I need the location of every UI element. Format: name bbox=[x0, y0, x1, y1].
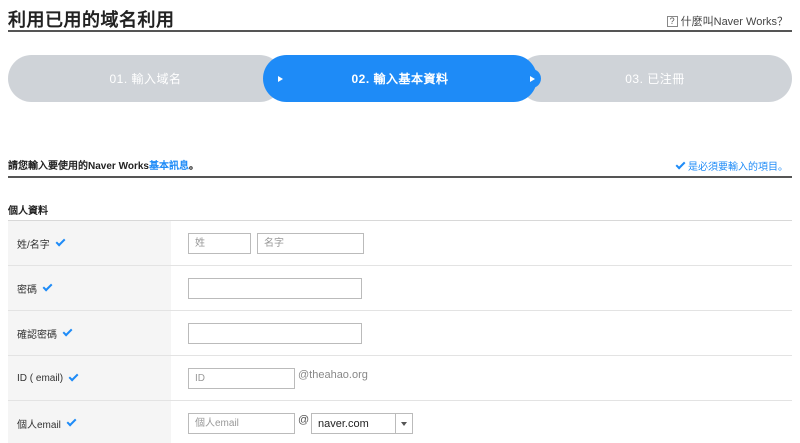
chevron-down-icon bbox=[395, 414, 412, 433]
name-field-cell bbox=[180, 221, 792, 265]
intro-highlight: 基本訊息 bbox=[148, 161, 189, 172]
id-field-cell: @theahao.org bbox=[180, 356, 792, 400]
intro-text: 請您輸入要使用的Naver Works基本訊息。 bbox=[8, 157, 199, 172]
intro-suffix: 。 bbox=[188, 161, 199, 172]
personal-email-label-cell: 個人email bbox=[8, 401, 171, 443]
check-icon bbox=[675, 159, 686, 169]
password-label-cell: 密碼 bbox=[8, 266, 171, 310]
first-name-input[interactable] bbox=[257, 233, 364, 254]
step-progress: 01. 輸入域名 03. 已注冊 02. 輸入基本資料 bbox=[8, 55, 792, 102]
check-icon bbox=[55, 236, 66, 247]
personal-info-form: 姓/名字 密碼 確認密碼 ID ( email) bbox=[8, 220, 792, 443]
required-note: 是必須要輸入的項目。 bbox=[675, 158, 788, 173]
form-row-name: 姓/名字 bbox=[8, 221, 792, 266]
name-label-cell: 姓/名字 bbox=[8, 221, 171, 265]
question-icon: ? bbox=[666, 15, 678, 27]
intro-row: 請您輸入要使用的Naver Works基本訊息。 是必須要輸入的項目。 bbox=[8, 152, 792, 178]
confirm-password-label-cell: 確認密碼 bbox=[8, 311, 171, 355]
chevron-right-icon bbox=[522, 69, 541, 88]
step-2-active: 02. 輸入基本資料 bbox=[263, 55, 537, 102]
step-1: 01. 輸入域名 bbox=[8, 55, 283, 102]
personal-email-label: 個人email bbox=[17, 419, 61, 431]
personal-email-field-cell: @ naver.com bbox=[180, 401, 792, 443]
intro-prefix: 請您輸入要使用的Naver Works bbox=[8, 161, 149, 172]
form-row-password: 密碼 bbox=[8, 266, 792, 311]
id-input[interactable] bbox=[188, 368, 295, 389]
check-icon bbox=[42, 281, 53, 292]
form-row-personal-email: 個人email @ naver.com bbox=[8, 401, 792, 443]
id-label-cell: ID ( email) bbox=[8, 356, 171, 400]
confirm-password-field-cell bbox=[180, 311, 792, 355]
personal-email-input[interactable] bbox=[188, 413, 295, 434]
email-domain-value: naver.com bbox=[318, 417, 369, 430]
id-domain-suffix: @theahao.org bbox=[298, 369, 368, 381]
name-label: 姓/名字 bbox=[17, 239, 50, 251]
check-icon bbox=[68, 371, 79, 382]
section-title: 個人資料 bbox=[8, 206, 48, 217]
form-row-confirm-password: 確認密碼 bbox=[8, 311, 792, 356]
step-3: 03. 已注冊 bbox=[518, 55, 792, 102]
password-label: 密碼 bbox=[17, 284, 37, 296]
help-link[interactable]: ? 什麼叫Naver Works？ bbox=[666, 13, 788, 29]
required-note-label: 是必須要輸入的項目。 bbox=[688, 162, 788, 173]
confirm-password-input[interactable] bbox=[188, 323, 362, 344]
form-row-id: ID ( email) @theahao.org bbox=[8, 356, 792, 401]
check-icon bbox=[66, 416, 77, 427]
password-field-cell bbox=[180, 266, 792, 310]
page-title: 利用已用的域名利用 bbox=[8, 10, 175, 30]
at-sign: @ bbox=[298, 414, 310, 426]
page-header: 利用已用的域名利用 ? 什麼叫Naver Works？ bbox=[8, 0, 792, 32]
password-input[interactable] bbox=[188, 278, 362, 299]
chevron-right-icon bbox=[270, 69, 289, 88]
id-label: ID ( email) bbox=[17, 372, 64, 384]
check-icon bbox=[62, 326, 73, 337]
email-domain-select[interactable]: naver.com bbox=[311, 413, 413, 434]
last-name-input[interactable] bbox=[188, 233, 251, 254]
help-link-label: 什麼叫Naver Works？ bbox=[680, 16, 788, 28]
confirm-password-label: 確認密碼 bbox=[17, 329, 57, 341]
